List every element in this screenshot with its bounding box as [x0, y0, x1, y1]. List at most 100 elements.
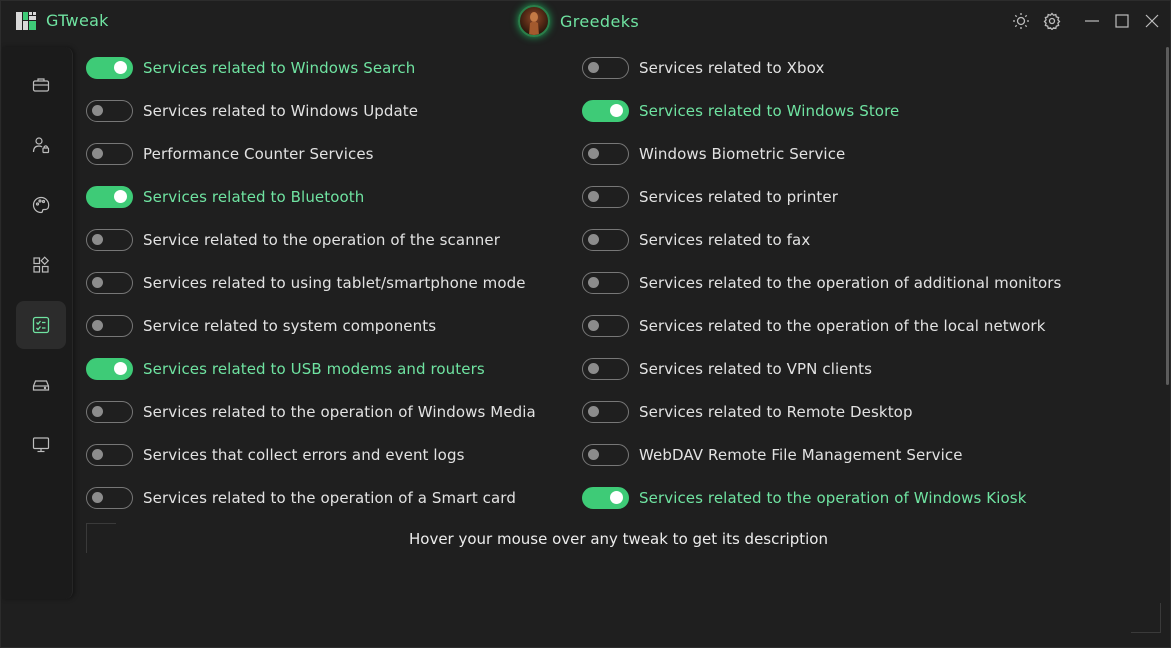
toggle-knob: [588, 148, 599, 159]
toggle-switch[interactable]: [582, 186, 629, 208]
service-toggle-row[interactable]: Services related to the operation of add…: [582, 272, 1061, 294]
toggle-switch[interactable]: [582, 401, 629, 423]
title-bar[interactable]: GTweak Greedeks: [1, 1, 1170, 41]
app-title: GTweak: [46, 11, 109, 30]
checklist-icon: [32, 316, 50, 334]
service-toggle-row[interactable]: Services related to the operation of a S…: [86, 487, 516, 509]
sun-icon[interactable]: [1010, 10, 1032, 32]
service-toggle-row[interactable]: Services related to Remote Desktop: [582, 401, 913, 423]
toggle-switch[interactable]: [582, 487, 629, 509]
service-toggle-row[interactable]: Services related to using tablet/smartph…: [86, 272, 526, 294]
service-label: Services related to USB modems and route…: [143, 360, 485, 378]
service-toggle-row[interactable]: Service related to the operation of the …: [86, 229, 500, 251]
toggle-switch[interactable]: [86, 186, 133, 208]
sidebar-item-user[interactable]: [16, 121, 66, 169]
toggle-switch[interactable]: [86, 100, 133, 122]
toggle-switch[interactable]: [582, 229, 629, 251]
toggle-switch[interactable]: [86, 444, 133, 466]
service-toggle-row[interactable]: Services related to fax: [582, 229, 810, 251]
toggle-switch[interactable]: [582, 272, 629, 294]
service-toggle-row[interactable]: Services related to Bluetooth: [86, 186, 364, 208]
service-label: Service related to the operation of the …: [143, 231, 501, 249]
toggle-switch[interactable]: [582, 143, 629, 165]
service-toggle-row[interactable]: Windows Biometric Service: [582, 143, 845, 165]
sidebar-item-confidentiality[interactable]: [16, 61, 66, 109]
service-toggle-row[interactable]: Services related to USB modems and route…: [86, 358, 485, 380]
description-frame-corner: [1131, 603, 1161, 633]
toggle-knob: [588, 320, 599, 331]
toggle-switch[interactable]: [86, 401, 133, 423]
service-toggle-row[interactable]: Services related to the operation of Win…: [86, 401, 536, 423]
service-toggle-row[interactable]: Services related to Windows Store: [582, 100, 899, 122]
toggle-switch[interactable]: [582, 444, 629, 466]
sidebar-item-packages[interactable]: [16, 241, 66, 289]
toggle-knob: [610, 491, 623, 504]
toggle-switch[interactable]: [86, 229, 133, 251]
app-window: GTweak Greedeks Services related to Wind…: [0, 0, 1171, 648]
service-label: Services related to Bluetooth: [143, 188, 365, 206]
service-toggle-row[interactable]: Services related to the operation of Win…: [582, 487, 1026, 509]
service-label: Services that collect errors and event l…: [143, 446, 465, 464]
toggle-knob: [588, 277, 599, 288]
sidebar-item-services[interactable]: [16, 301, 66, 349]
service-label: Services related to the operation of Win…: [639, 489, 1027, 507]
user-profile[interactable]: Greedeks: [518, 5, 639, 37]
service-label: Services related to Windows Store: [639, 102, 900, 120]
service-toggle-row[interactable]: Services related to Windows Search: [86, 57, 415, 79]
service-label: Services related to fax: [639, 231, 811, 249]
toggle-knob: [588, 363, 599, 374]
monitor-icon: [32, 437, 50, 453]
sidebar: [2, 47, 73, 599]
service-toggle-row[interactable]: WebDAV Remote File Management Service: [582, 444, 963, 466]
toggle-switch[interactable]: [86, 272, 133, 294]
service-label: Services related to using tablet/smartph…: [143, 274, 526, 292]
toggle-knob: [114, 362, 127, 375]
sidebar-item-info[interactable]: [16, 421, 66, 469]
close-icon[interactable]: [1141, 10, 1163, 32]
service-label: Service related to system components: [143, 317, 437, 335]
toggle-knob: [92, 105, 103, 116]
service-label: Services related to the operation of the…: [639, 317, 1046, 335]
toggle-knob: [610, 104, 623, 117]
toggle-knob: [588, 62, 599, 73]
service-label: Services related to Windows Search: [143, 59, 416, 77]
toggle-knob: [92, 320, 103, 331]
service-toggle-row[interactable]: Services related to Xbox: [582, 57, 824, 79]
toggle-switch[interactable]: [86, 358, 133, 380]
toggle-switch[interactable]: [582, 57, 629, 79]
toggle-knob: [588, 191, 599, 202]
sidebar-item-interface[interactable]: [16, 181, 66, 229]
briefcase-icon: [32, 78, 50, 92]
service-label: WebDAV Remote File Management Service: [639, 446, 963, 464]
toggle-switch[interactable]: [86, 315, 133, 337]
toggle-knob: [114, 190, 127, 203]
toggle-knob: [588, 406, 599, 417]
toggle-knob: [114, 61, 127, 74]
description-frame-corner: [86, 523, 116, 553]
service-toggle-row[interactable]: Services related to printer: [582, 186, 838, 208]
app-logo-icon: [16, 12, 36, 30]
toggle-switch[interactable]: [86, 487, 133, 509]
service-label: Services related to the operation of a S…: [143, 489, 516, 507]
service-toggle-row[interactable]: Services that collect errors and event l…: [86, 444, 465, 466]
service-toggle-row[interactable]: Services related to Windows Update: [86, 100, 418, 122]
toggle-switch[interactable]: [86, 143, 133, 165]
gear-icon[interactable]: [1041, 10, 1063, 32]
maximize-icon[interactable]: [1111, 10, 1133, 32]
service-toggle-row[interactable]: Service related to system components: [86, 315, 436, 337]
service-toggle-row[interactable]: Services related to the operation of the…: [582, 315, 1046, 337]
toggle-knob: [92, 492, 103, 503]
sidebar-item-system[interactable]: [16, 361, 66, 409]
toggle-switch[interactable]: [582, 358, 629, 380]
service-toggle-row[interactable]: Services related to VPN clients: [582, 358, 872, 380]
toggle-switch[interactable]: [86, 57, 133, 79]
toggle-knob: [588, 449, 599, 460]
scrollbar[interactable]: [1166, 47, 1169, 385]
toggle-switch[interactable]: [582, 100, 629, 122]
avatar[interactable]: [518, 5, 550, 37]
toggle-switch[interactable]: [582, 315, 629, 337]
service-toggle-row[interactable]: Performance Counter Services: [86, 143, 374, 165]
minimize-icon[interactable]: [1081, 10, 1103, 32]
service-label: Windows Biometric Service: [639, 145, 846, 163]
service-label: Services related to Windows Update: [143, 102, 419, 120]
